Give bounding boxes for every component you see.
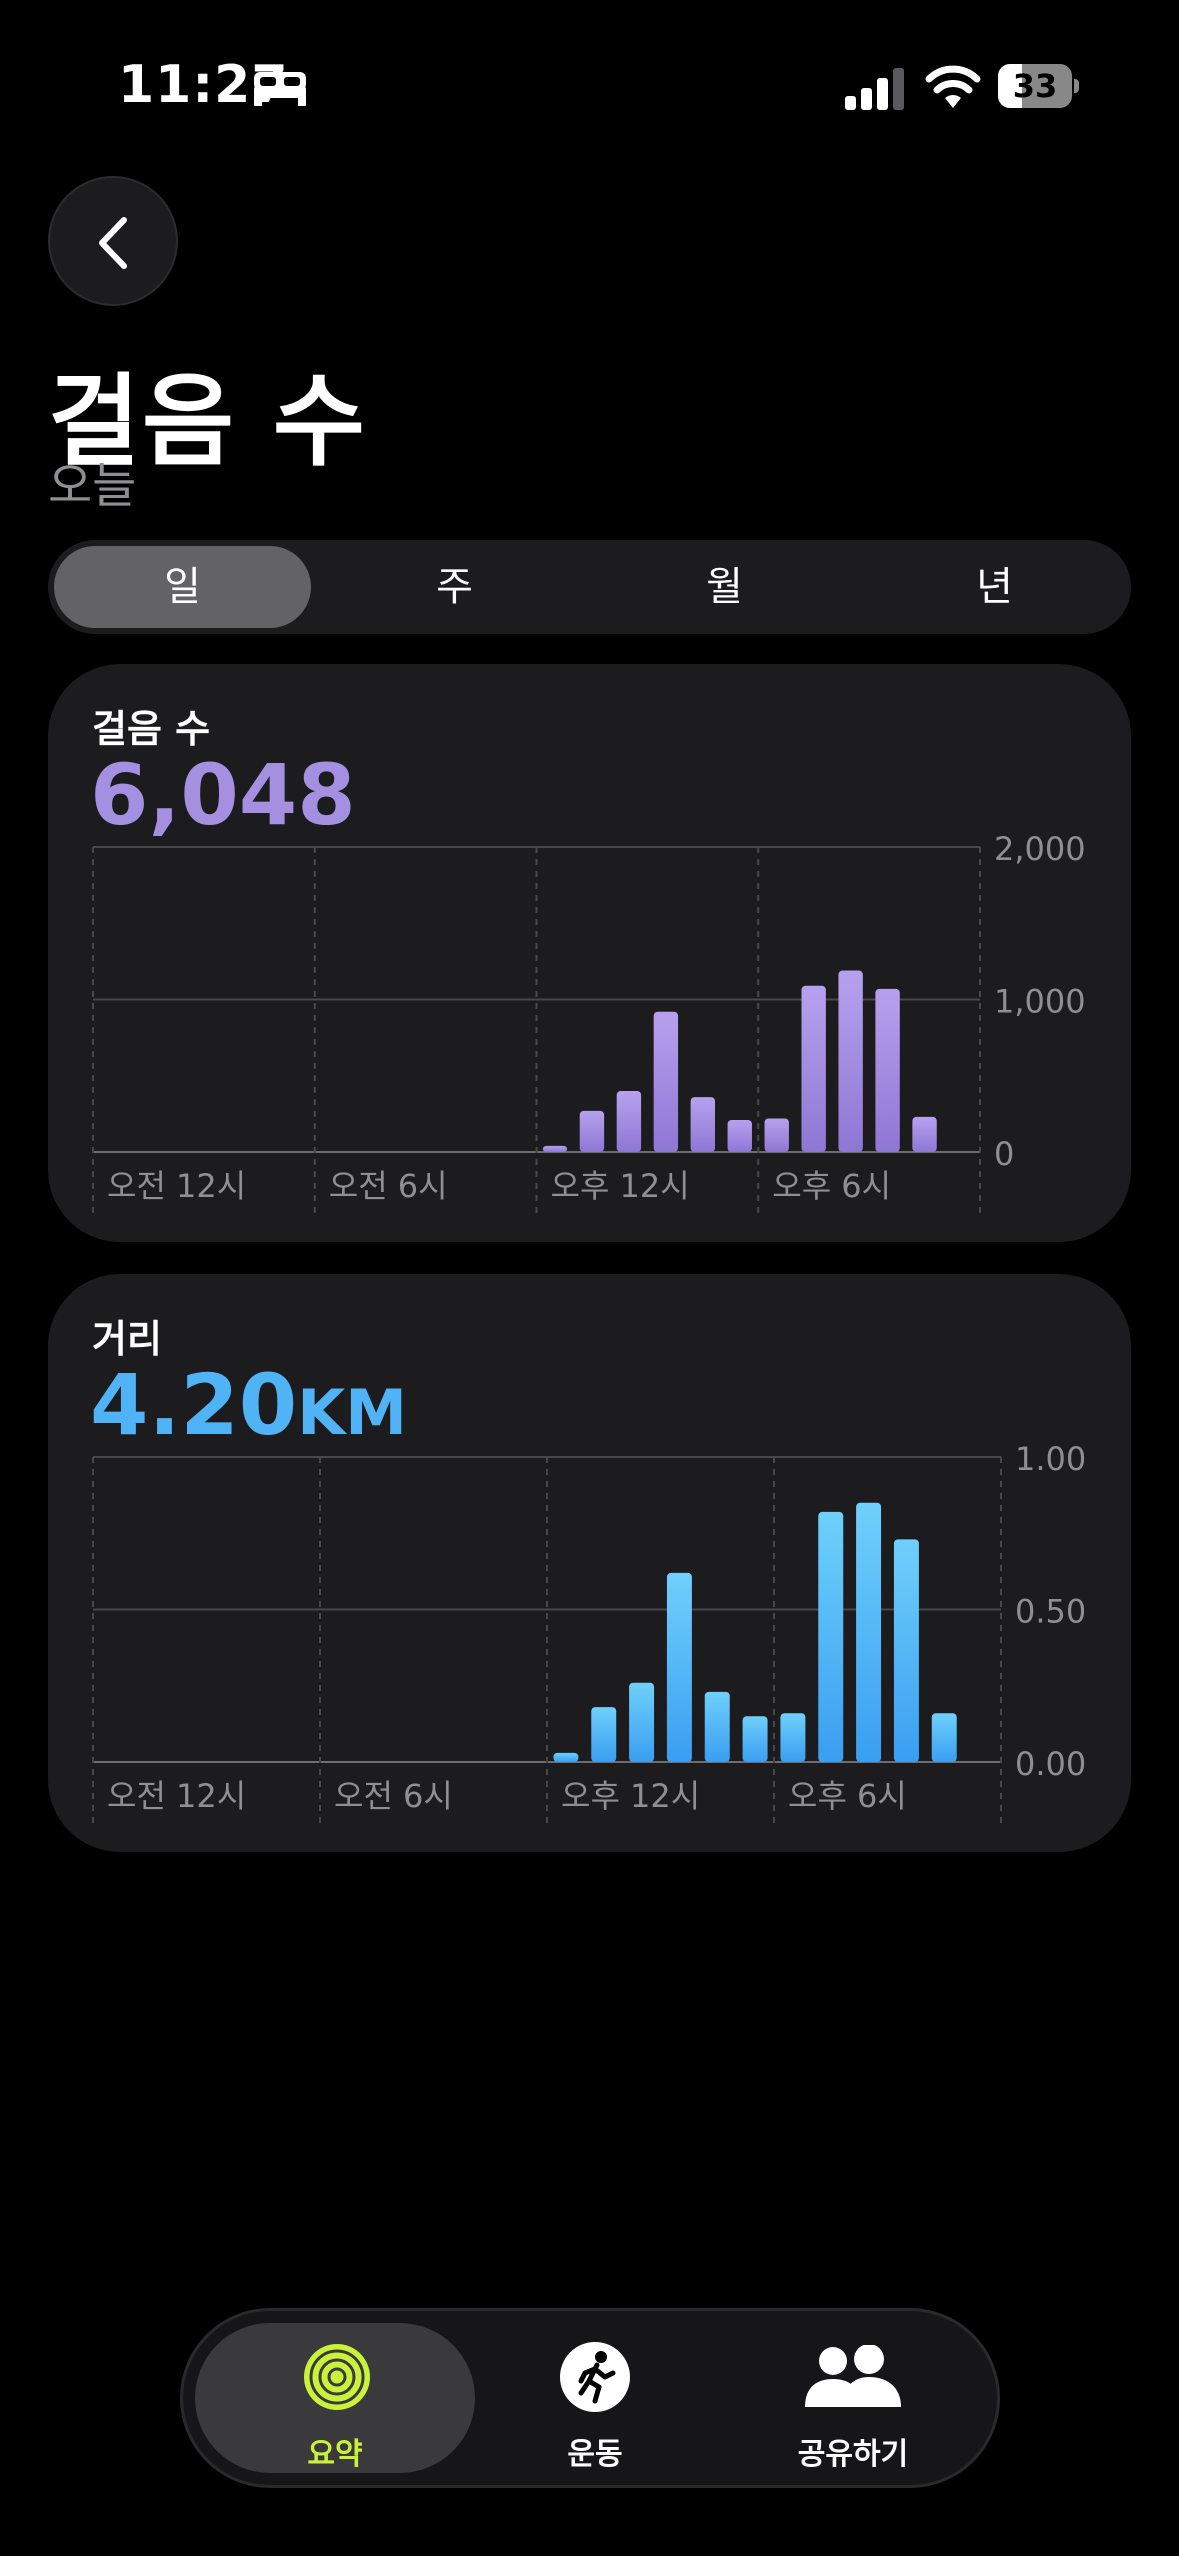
chart-bar[interactable] (690, 1097, 716, 1152)
x-tick-label: 오전 12시 (107, 1777, 246, 1815)
steps-card[interactable]: 걸음 수 6,048 2,000 1,000 0 오전 12시 오전 6시 오후 12시 오… (48, 664, 1131, 1242)
segment-year[interactable]: 년 (866, 546, 1123, 628)
chart-bar[interactable] (931, 1713, 957, 1762)
chart-bar[interactable] (801, 985, 826, 1152)
distance-chart: 1.00 0.50 0.00 오전 12시 오전 6시 오후 12시 오후 6시 (92, 1440, 1086, 1827)
period-segmented-control: 일 주 월 년 (48, 540, 1131, 634)
sleep-focus-icon (254, 72, 306, 106)
y-tick-label: 1,000 (994, 983, 1086, 1021)
battery-percent: 33 (1012, 67, 1058, 105)
chart-bar[interactable] (591, 1707, 617, 1762)
y-tick-label: 2,000 (994, 830, 1086, 868)
tab-summary-label: 요약 (307, 2437, 363, 2472)
chart-bar[interactable] (579, 1110, 605, 1152)
x-tick-label: 오후 6시 (788, 1777, 907, 1815)
chart-bar[interactable] (553, 1752, 579, 1762)
tab-workouts[interactable]: 운동 (465, 2311, 725, 2485)
chart-bar[interactable] (629, 1682, 655, 1762)
tab-workouts-label: 운동 (567, 2437, 623, 2472)
segment-day[interactable]: 일 (54, 546, 311, 628)
segment-week[interactable]: 주 (326, 546, 583, 628)
chart-bar[interactable] (666, 1572, 692, 1762)
y-tick-label: 0 (994, 1135, 1014, 1173)
battery-icon: 33 (998, 64, 1079, 108)
chart-bar[interactable] (653, 1011, 679, 1152)
x-tick-label: 오전 6시 (334, 1777, 453, 1815)
activity-rings-icon (304, 2344, 370, 2410)
page-subtitle: 오늘 (48, 458, 137, 514)
chart-bar[interactable] (780, 1713, 806, 1762)
running-figure-icon (560, 2342, 630, 2412)
y-tick-label: 1.00 (1015, 1440, 1086, 1478)
chart-bar[interactable] (818, 1511, 844, 1762)
chart-bar[interactable] (875, 988, 900, 1152)
x-tick-label: 오후 6시 (772, 1167, 891, 1205)
x-tick-label: 오전 6시 (329, 1167, 448, 1205)
y-tick-label: 0.50 (1015, 1593, 1086, 1631)
back-button[interactable] (48, 176, 178, 306)
x-tick-label: 오후 12시 (561, 1777, 700, 1815)
x-tick-label: 오전 12시 (107, 1167, 246, 1205)
chevron-left-icon (99, 217, 127, 269)
chart-bar[interactable] (704, 1691, 730, 1762)
tab-sharing-label: 공유하기 (797, 2437, 909, 2472)
x-tick-label: 오후 12시 (551, 1167, 690, 1205)
people-icon (805, 2345, 901, 2407)
chart-bar[interactable] (856, 1502, 882, 1762)
chart-bar[interactable] (893, 1539, 919, 1762)
chart-bar[interactable] (912, 1116, 937, 1152)
chart-bar[interactable] (838, 970, 863, 1152)
wifi-icon (925, 65, 981, 108)
segment-month[interactable]: 월 (596, 546, 853, 628)
chart-bar[interactable] (742, 1716, 768, 1762)
tab-sharing[interactable]: 공유하기 (723, 2311, 983, 2485)
tab-bar: 요약 운동 공유하기 (180, 2308, 1000, 2488)
steps-chart: 2,000 1,000 0 오전 12시 오전 6시 오후 12시 오후 6시 (92, 830, 1086, 1217)
chart-bar[interactable] (616, 1091, 642, 1152)
distance-card[interactable]: 거리 4.20KM 1.00 0.50 0.00 오전 12시 오전 6시 오후 12시 오… (48, 1274, 1131, 1852)
y-tick-label: 0.00 (1015, 1745, 1086, 1783)
tab-summary[interactable]: 요약 (205, 2311, 465, 2485)
signal-icon (845, 68, 904, 110)
chart-bar[interactable] (727, 1119, 752, 1152)
chart-bar[interactable] (542, 1145, 568, 1152)
chart-bar[interactable] (764, 1118, 789, 1152)
